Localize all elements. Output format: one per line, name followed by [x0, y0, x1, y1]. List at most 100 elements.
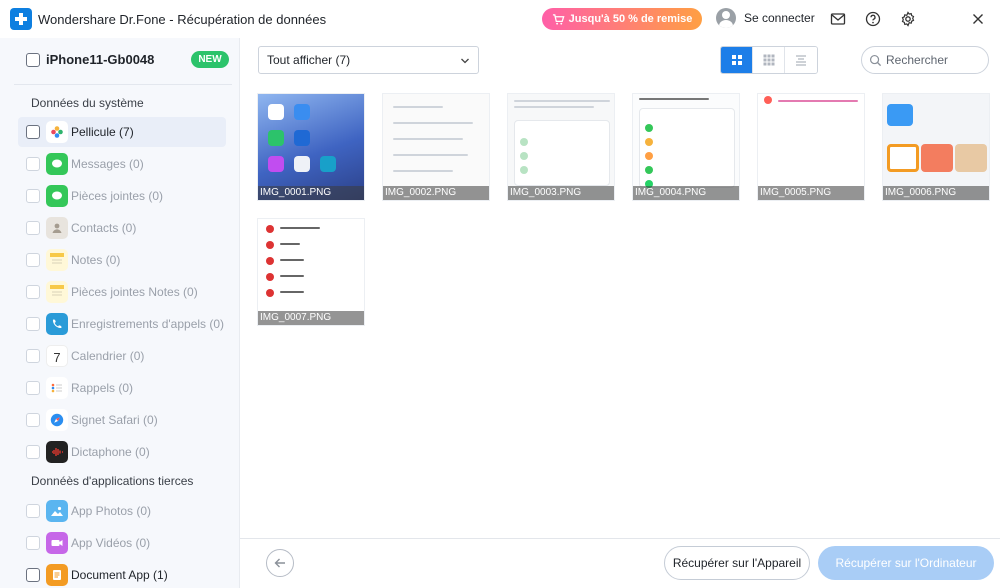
- sidebar-item-label: Pièces jointes Notes (0): [71, 285, 198, 299]
- help-icon[interactable]: [864, 10, 882, 28]
- grid-view-icon: [731, 55, 742, 65]
- voice-memo-waveform-icon: [46, 441, 68, 463]
- sidebar-item-note-attachments[interactable]: Pièces jointes Notes (0): [18, 277, 226, 307]
- device-checkbox[interactable]: [26, 52, 40, 67]
- small-grid-view-icon: [763, 54, 774, 66]
- reminders-checkbox[interactable]: [26, 381, 40, 395]
- thumbnail-text-line: [393, 138, 463, 140]
- login-button[interactable]: Se connecter: [716, 8, 815, 28]
- sidebar-item-calendar[interactable]: 7 Calendrier (0): [18, 341, 226, 371]
- photo-thumbnail[interactable]: IMG_0001.PNG: [257, 93, 365, 201]
- thumbnail-text-line: [514, 106, 594, 108]
- search-box[interactable]: [861, 46, 989, 74]
- note-attachments-checkbox[interactable]: [26, 285, 40, 299]
- photo-thumbnail[interactable]: IMG_0003.PNG: [507, 93, 615, 201]
- calendar-checkbox[interactable]: [26, 349, 40, 363]
- sidebar-item-document-app[interactable]: Document App (1): [18, 560, 226, 588]
- sidebar-item-voice-memos[interactable]: Dictaphone (0): [18, 437, 226, 467]
- thumbnail-text-line: [280, 243, 300, 245]
- thumbnail-text-line: [393, 106, 443, 108]
- sidebar-item-label: Document App (1): [71, 568, 168, 582]
- photo-thumbnail[interactable]: IMG_0007.PNG: [257, 218, 365, 326]
- thumbnail-filename: IMG_0004.PNG: [633, 186, 739, 200]
- photo-thumbnail[interactable]: IMG_0004.PNG: [632, 93, 740, 201]
- app-icon-tile: [268, 104, 284, 120]
- thumbnail-text-line: [514, 100, 610, 102]
- promo-button[interactable]: Jusqu'à 50 % de remise: [542, 8, 702, 30]
- messages-checkbox[interactable]: [26, 157, 40, 171]
- thumbnail-filename: IMG_0007.PNG: [258, 311, 364, 325]
- view-mode-toggle: [720, 46, 818, 74]
- call-recordings-checkbox[interactable]: [26, 317, 40, 331]
- back-button[interactable]: [266, 549, 294, 577]
- safari-bookmarks-checkbox[interactable]: [26, 413, 40, 427]
- list-view-button[interactable]: [785, 47, 817, 73]
- recover-to-computer-button[interactable]: Récupérer sur l'Ordinateur: [818, 546, 994, 580]
- thumbnail-dot: [266, 273, 274, 281]
- system-data-heading: Données du système: [31, 96, 144, 110]
- grid-view-button[interactable]: [721, 47, 753, 73]
- third-party-data-heading: Donnéès d'applications tierces: [31, 474, 194, 488]
- search-input[interactable]: [886, 53, 982, 67]
- photos-flower-icon: [46, 121, 68, 143]
- thumbnail-tile: [887, 144, 919, 172]
- thumbnail-text-line: [280, 227, 320, 229]
- thumbnail-tile: [955, 144, 987, 172]
- cart-icon: [552, 13, 565, 25]
- voice-memos-checkbox[interactable]: [26, 445, 40, 459]
- sidebar-item-reminders[interactable]: Rappels (0): [18, 373, 226, 403]
- sidebar-item-camera-roll[interactable]: Pellicule (7): [18, 117, 226, 147]
- notes-checkbox[interactable]: [26, 253, 40, 267]
- sidebar-item-attachments[interactable]: Pièces jointes (0): [18, 181, 226, 211]
- contacts-person-icon: [46, 217, 68, 239]
- filter-value: Tout afficher (7): [267, 53, 351, 67]
- recover-to-device-button[interactable]: Récupérer sur l'Appareil: [664, 546, 810, 580]
- window-title: Wondershare Dr.Fone - Récupération de do…: [38, 11, 327, 27]
- camera-roll-checkbox[interactable]: [26, 125, 40, 139]
- photo-thumbnail[interactable]: IMG_0006.PNG: [882, 93, 990, 201]
- thumbnail-text-line: [280, 291, 304, 293]
- contacts-checkbox[interactable]: [26, 221, 40, 235]
- app-icon-tile: [294, 130, 310, 146]
- thumbnail-dot: [645, 152, 653, 160]
- attachments-checkbox[interactable]: [26, 189, 40, 203]
- reminders-list-icon: [46, 377, 68, 399]
- settings-gear-icon[interactable]: [899, 10, 917, 28]
- thumbnail-dot: [764, 96, 772, 104]
- sidebar-item-safari-bookmarks[interactable]: Signet Safari (0): [18, 405, 226, 435]
- login-label: Se connecter: [744, 11, 815, 25]
- document-app-checkbox[interactable]: [26, 568, 40, 582]
- app-photos-checkbox[interactable]: [26, 504, 40, 518]
- sidebar-item-call-recordings[interactable]: Enregistrements d'appels (0): [18, 309, 226, 339]
- app-icon-tile: [268, 156, 284, 172]
- thumbnail-text-line: [280, 275, 304, 277]
- sidebar-item-app-videos[interactable]: App Vidéos (0): [18, 528, 226, 558]
- photo-thumbnail[interactable]: IMG_0005.PNG: [757, 93, 865, 201]
- app-icon-tile: [294, 156, 310, 172]
- safari-compass-icon: [46, 409, 68, 431]
- sidebar-item-messages[interactable]: Messages (0): [18, 149, 226, 179]
- thumbnail-dot: [266, 225, 274, 233]
- sidebar-item-notes[interactable]: Notes (0): [18, 245, 226, 275]
- call-recording-phone-icon: [46, 313, 68, 335]
- thumbnail-dot: [520, 138, 528, 146]
- promo-label: Jusqu'à 50 % de remise: [568, 13, 693, 25]
- close-window-icon[interactable]: [969, 10, 987, 28]
- sidebar-item-label: Calendrier (0): [71, 349, 145, 363]
- attachments-bubble-icon: [46, 185, 68, 207]
- sidebar-item-contacts[interactable]: Contacts (0): [18, 213, 226, 243]
- sidebar-item-label: Rappels (0): [71, 381, 134, 395]
- thumbnail-dot: [266, 257, 274, 265]
- photo-thumbnail[interactable]: IMG_0002.PNG: [382, 93, 490, 201]
- small-grid-view-button[interactable]: [753, 47, 785, 73]
- thumbnail-panel: [514, 120, 610, 186]
- sidebar-item-app-photos[interactable]: App Photos (0): [18, 496, 226, 526]
- mail-icon[interactable]: [829, 10, 847, 28]
- calendar-day-number: 7: [53, 350, 61, 365]
- app-videos-checkbox[interactable]: [26, 536, 40, 550]
- filter-dropdown[interactable]: Tout afficher (7): [258, 46, 479, 74]
- thumbnail-dot: [266, 289, 274, 297]
- device-selector[interactable]: iPhone11-Gb0048: [26, 52, 154, 67]
- thumbnail-text-line: [393, 170, 453, 172]
- sidebar-item-label: Dictaphone (0): [71, 445, 150, 459]
